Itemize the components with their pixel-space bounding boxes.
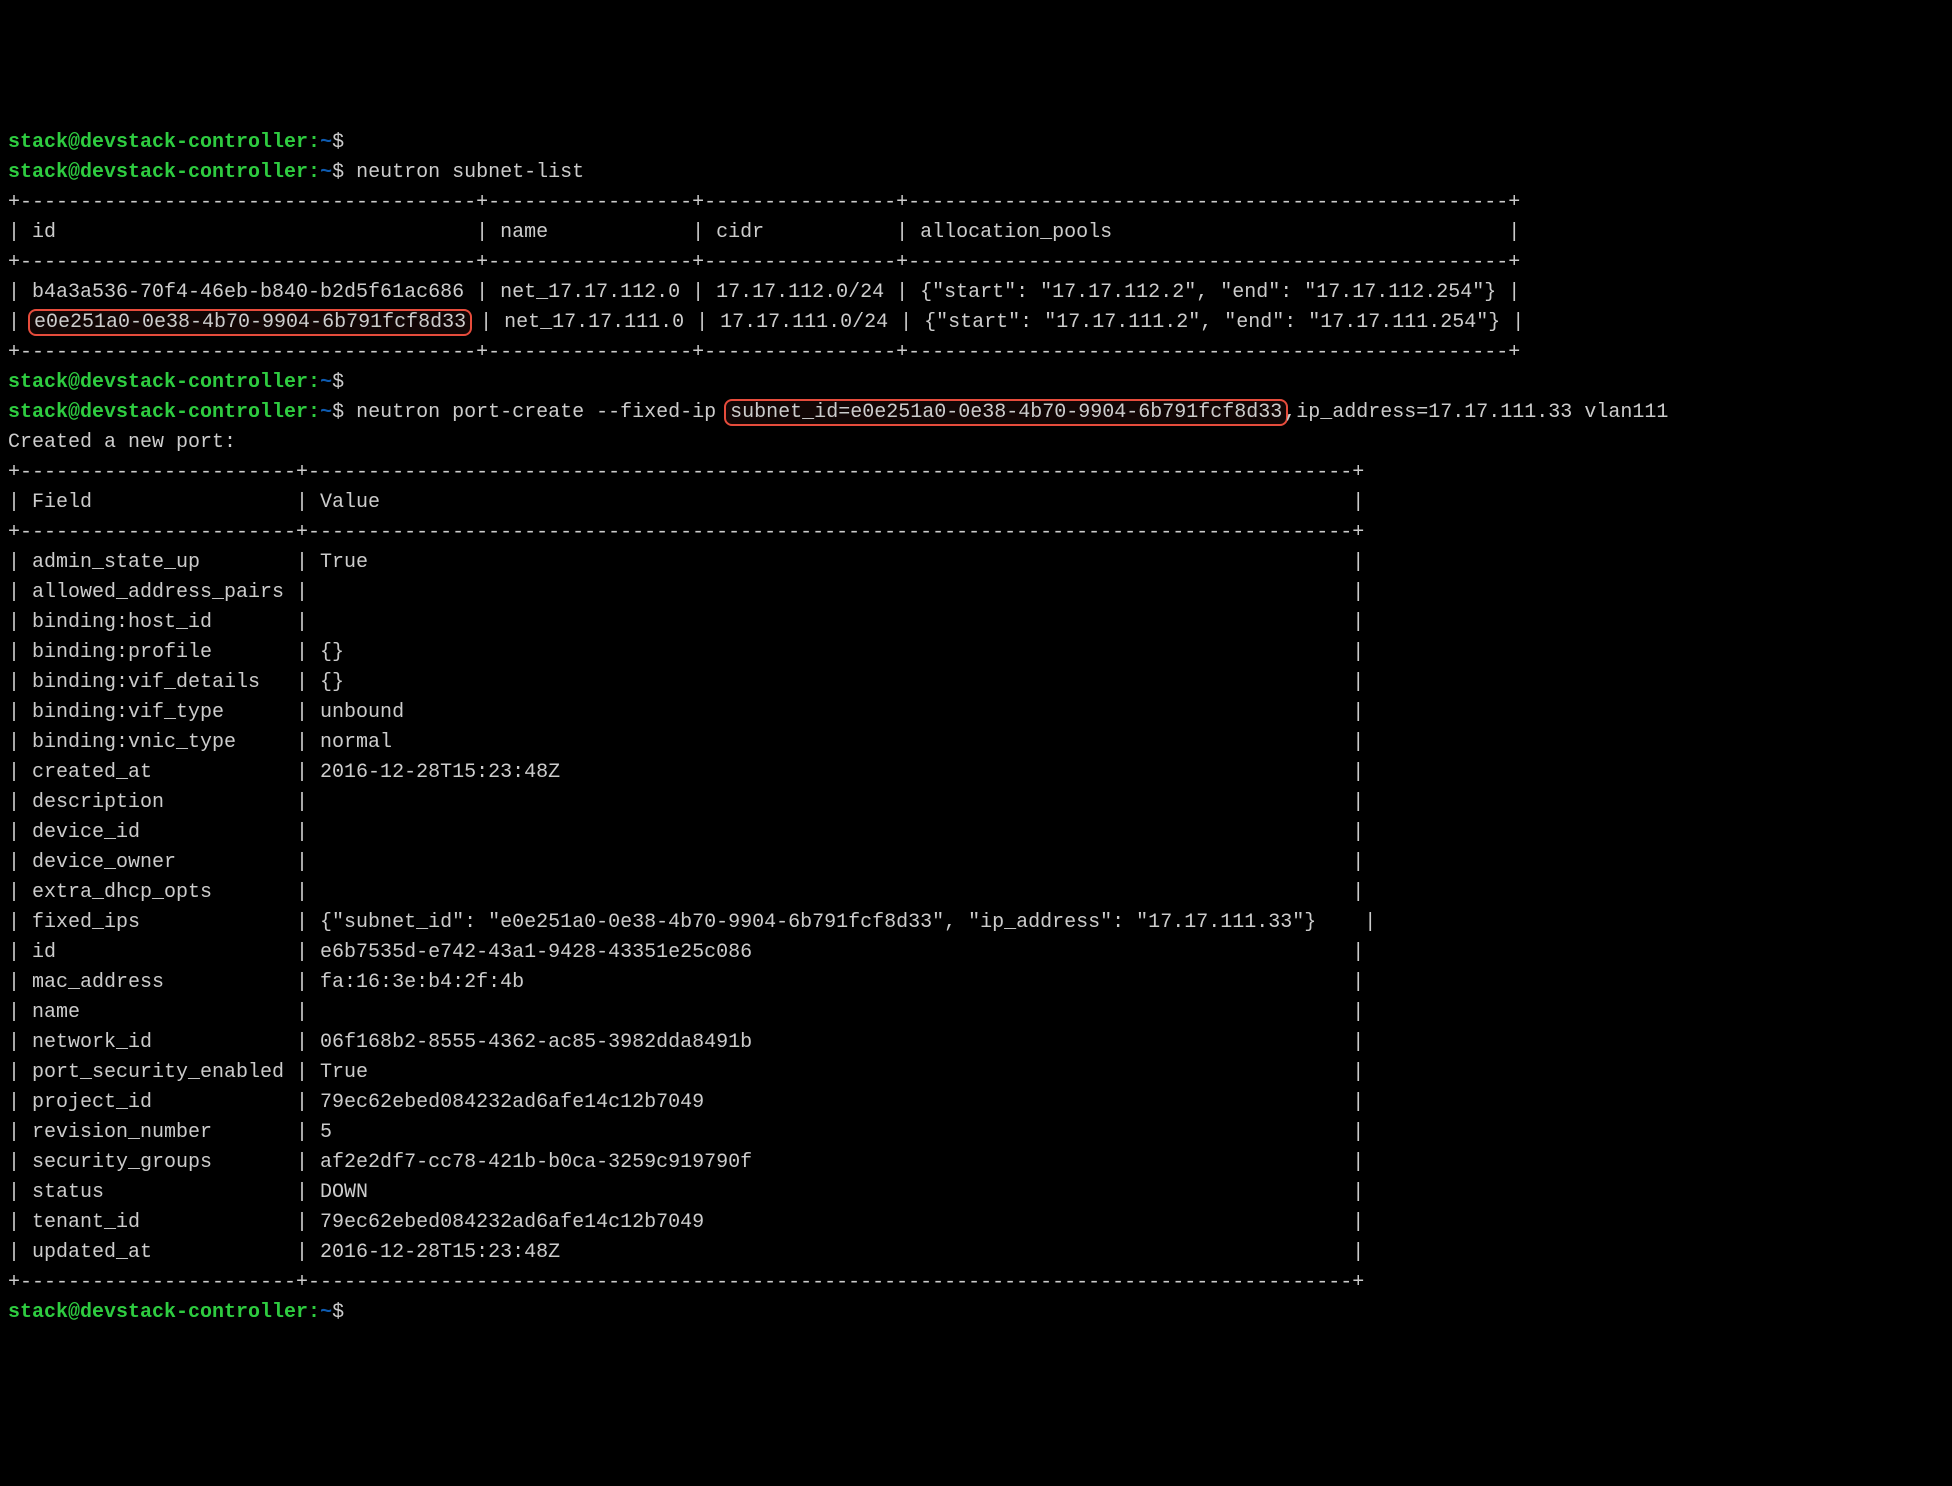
table-border: +-----------------------+---------------… — [8, 458, 1944, 488]
prompt-user-host: stack@devstack-controller: — [8, 1301, 320, 1324]
prompt-line: stack@devstack-controller:~$ — [8, 368, 1944, 398]
prompt-dollar: $ — [332, 1301, 344, 1324]
table-row: | network_id | 06f168b2-8555-4362-ac85-3… — [8, 1028, 1944, 1058]
prompt-path: ~ — [320, 161, 332, 184]
prompt-path: ~ — [320, 371, 332, 394]
highlighted-subnet-arg: subnet_id=e0e251a0-0e38-4b70-9904-6b791f… — [724, 399, 1288, 426]
row-suffix: | net_17.17.111.0 | 17.17.111.0/24 | {"s… — [468, 311, 1524, 334]
table-border: +-----------------------+---------------… — [8, 1268, 1944, 1298]
table-row: | revision_number | 5 | — [8, 1118, 1944, 1148]
table-row: | mac_address | fa:16:3e:b4:2f:4b | — [8, 968, 1944, 998]
table-row: | allowed_address_pairs | | — [8, 578, 1944, 608]
table-row: | status | DOWN | — [8, 1178, 1944, 1208]
terminal-output[interactable]: stack@devstack-controller:~$ stack@devst… — [8, 128, 1944, 1328]
cmd-suffix: ,ip_address=17.17.111.33 vlan111 — [1284, 401, 1668, 424]
table-row: | description | | — [8, 788, 1944, 818]
prompt-path: ~ — [320, 1301, 332, 1324]
table-row: | binding:vif_details | {} | — [8, 668, 1944, 698]
prompt-dollar: $ — [332, 131, 344, 154]
prompt-line: stack@devstack-controller:~$ neutron sub… — [8, 158, 1944, 188]
table-row: | b4a3a536-70f4-46eb-b840-b2d5f61ac686 |… — [8, 278, 1944, 308]
prompt-line: stack@devstack-controller:~$ — [8, 128, 1944, 158]
prompt-user-host: stack@devstack-controller: — [8, 161, 320, 184]
prompt-line: stack@devstack-controller:~$ — [8, 1298, 1944, 1328]
table-row: | binding:host_id | | — [8, 608, 1944, 638]
prompt-user-host: stack@devstack-controller: — [8, 131, 320, 154]
command-input: neutron subnet-list — [356, 161, 584, 184]
table-row: | device_owner | | — [8, 848, 1944, 878]
prompt-user-host: stack@devstack-controller: — [8, 401, 320, 424]
command-input: neutron port-create --fixed-ip subnet_id… — [356, 401, 1668, 424]
table-row: | security_groups | af2e2df7-cc78-421b-b… — [8, 1148, 1944, 1178]
table-row: | port_security_enabled | True | — [8, 1058, 1944, 1088]
table-row: | binding:vnic_type | normal | — [8, 728, 1944, 758]
table-row: | id | e6b7535d-e742-43a1-9428-43351e25c… — [8, 938, 1944, 968]
table-border: +--------------------------------------+… — [8, 188, 1944, 218]
table-row: | updated_at | 2016-12-28T15:23:48Z | — [8, 1238, 1944, 1268]
prompt-line: stack@devstack-controller:~$ neutron por… — [8, 398, 1944, 428]
table-row: | extra_dhcp_opts | | — [8, 878, 1944, 908]
prompt-path: ~ — [320, 401, 332, 424]
table-row: | created_at | 2016-12-28T15:23:48Z | — [8, 758, 1944, 788]
table-row: | e0e251a0-0e38-4b70-9904-6b791fcf8d33 |… — [8, 308, 1944, 338]
table-row: | binding:vif_type | unbound | — [8, 698, 1944, 728]
prompt-dollar: $ — [332, 161, 344, 184]
table-row: | binding:profile | {} | — [8, 638, 1944, 668]
table-row: | device_id | | — [8, 818, 1944, 848]
table-row: | project_id | 79ec62ebed084232ad6afe14c… — [8, 1088, 1944, 1118]
cmd-prefix: neutron port-create --fixed-ip — [356, 401, 728, 424]
prompt-path: ~ — [320, 131, 332, 154]
table-row: | name | | — [8, 998, 1944, 1028]
highlighted-subnet-id: e0e251a0-0e38-4b70-9904-6b791fcf8d33 — [28, 309, 472, 336]
table-border: +--------------------------------------+… — [8, 338, 1944, 368]
table-header: | id | name | cidr | allocation_pools | — [8, 218, 1944, 248]
table-border: +-----------------------+---------------… — [8, 518, 1944, 548]
table-row: | tenant_id | 79ec62ebed084232ad6afe14c1… — [8, 1208, 1944, 1238]
prompt-dollar: $ — [332, 401, 344, 424]
prompt-user-host: stack@devstack-controller: — [8, 371, 320, 394]
table-row: | fixed_ips | {"subnet_id": "e0e251a0-0e… — [8, 908, 1944, 938]
table-border: +--------------------------------------+… — [8, 248, 1944, 278]
table-header: | Field | Value | — [8, 488, 1944, 518]
table-row: | admin_state_up | True | — [8, 548, 1944, 578]
prompt-dollar: $ — [332, 371, 344, 394]
status-message: Created a new port: — [8, 428, 1944, 458]
